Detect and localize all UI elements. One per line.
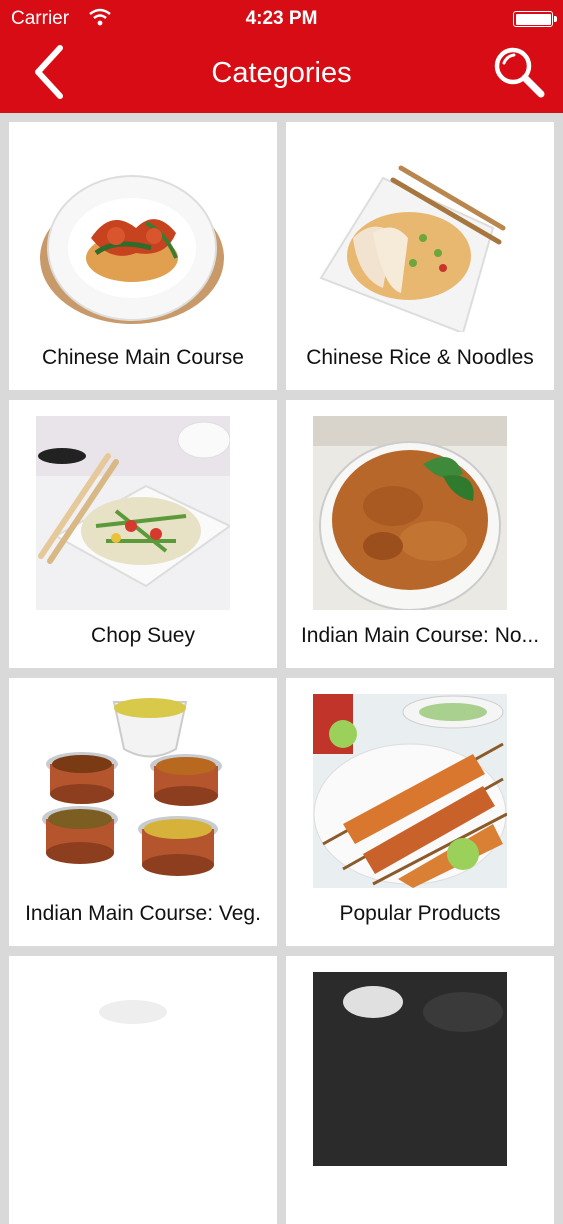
- popular-products-image: [313, 694, 507, 888]
- category-card-chinese-main-course[interactable]: Chinese Main Course: [9, 122, 277, 390]
- category-card-popular-products[interactable]: Popular Products: [286, 678, 554, 946]
- indian-main-course-veg-image: [36, 694, 230, 888]
- chinese-rice-noodles-image: [313, 138, 507, 332]
- category-7-image: [36, 972, 230, 1166]
- category-card-8[interactable]: [286, 956, 554, 1224]
- category-label: Indian Main Course: Veg.: [25, 902, 261, 925]
- status-time: 4:23 PM: [245, 8, 318, 29]
- chinese-main-course-image: [36, 138, 230, 332]
- category-label: Popular Products: [339, 902, 501, 925]
- category-card-chop-suey[interactable]: Chop Suey: [9, 400, 277, 668]
- category-card-chinese-rice-noodles[interactable]: Chinese Rice & Noodles: [286, 122, 554, 390]
- search-button[interactable]: [491, 44, 547, 100]
- battery-icon: [513, 11, 557, 27]
- indian-main-course-non-veg-image: [313, 416, 507, 610]
- nav-header: Carrier 4:23 PM Categories: [0, 0, 563, 113]
- category-label: Chinese Rice & Noodles: [306, 346, 534, 369]
- category-card-indian-main-course-veg[interactable]: Indian Main Course: Veg.: [9, 678, 277, 946]
- status-bar: Carrier 4:23 PM: [0, 0, 563, 38]
- categories-grid: Chinese Main Course Chinese Rice & Noodl…: [0, 113, 563, 1224]
- chop-suey-image: [36, 416, 230, 610]
- page-title: Categories: [211, 57, 352, 89]
- category-label: Chop Suey: [91, 624, 195, 647]
- search-icon: [494, 47, 545, 98]
- category-card-7[interactable]: [9, 956, 277, 1224]
- category-label: Chinese Main Course: [42, 346, 244, 369]
- category-8-image: [313, 972, 507, 1166]
- category-card-indian-main-course-non-veg[interactable]: Indian Main Course: No...: [286, 400, 554, 668]
- category-label: Indian Main Course: No...: [300, 624, 540, 647]
